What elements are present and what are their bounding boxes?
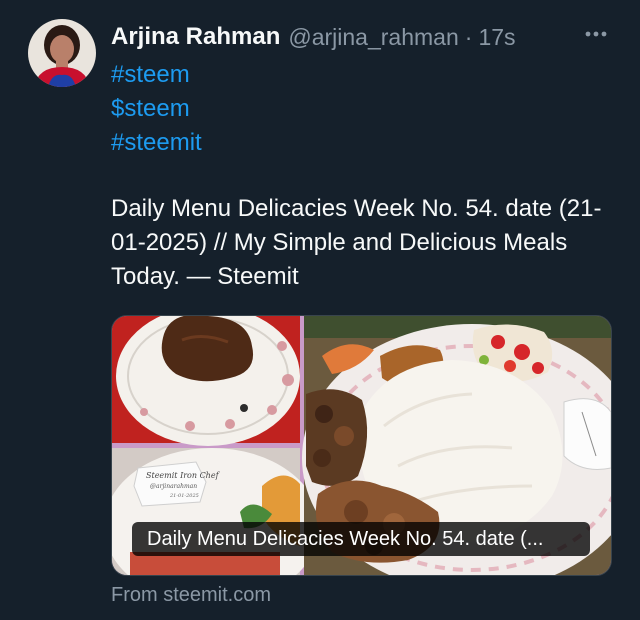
svg-text:@arjinarahman: @arjinarahman [150, 483, 197, 490]
separator-dot: · [464, 23, 473, 50]
hashtag-link[interactable]: #steemit [111, 126, 202, 160]
cashtag-link[interactable]: $steem [111, 92, 202, 126]
svg-text:21-01-2025: 21-01-2025 [169, 493, 199, 499]
tweet-header: Arjina Rahman @arjina_rahman · 17s [111, 20, 516, 54]
avatar[interactable] [28, 19, 96, 87]
tweet[interactable]: Arjina Rahman @arjina_rahman · 17s #stee… [0, 0, 640, 620]
author-handle[interactable]: @arjina_rahman [288, 24, 458, 51]
author-name[interactable]: Arjina Rahman [111, 23, 280, 51]
hashtag-list: #steem $steem #steemit [111, 58, 202, 160]
svg-text:Steemit Iron Chef: Steemit Iron Chef [146, 471, 221, 480]
more-horizontal-icon[interactable] [578, 20, 614, 48]
timestamp[interactable]: 17s [478, 24, 515, 51]
link-card-title[interactable]: Daily Menu Delicacies Week No. 54. date … [132, 522, 590, 556]
hashtag-link[interactable]: #steem [111, 58, 202, 92]
link-card[interactable]: Steemit Iron Chef @arjinarahman 21-01-20… [111, 315, 612, 576]
tweet-text: Daily Menu Delicacies Week No. 54. date … [111, 195, 602, 290]
link-source[interactable]: From steemit.com [111, 584, 271, 607]
